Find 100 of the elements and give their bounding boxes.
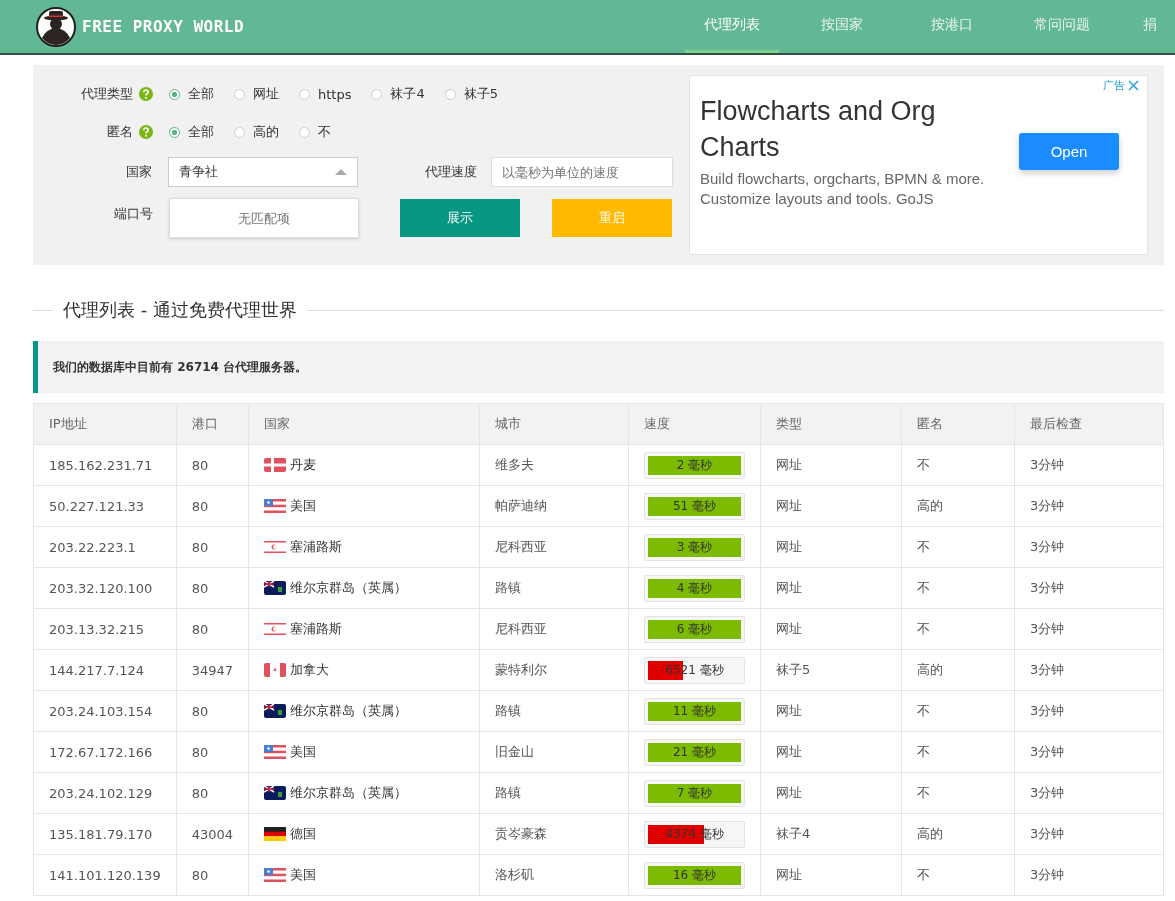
speed-text: 2 毫秒: [675, 456, 714, 474]
column-header[interactable]: 匿名: [901, 403, 1015, 445]
radio-option[interactable]: 高的: [234, 123, 279, 141]
column-header[interactable]: IP地址: [33, 403, 177, 445]
radio-button[interactable]: [299, 88, 310, 100]
speed-text: 11 毫秒: [671, 702, 718, 720]
table-cell: 网址: [760, 731, 902, 773]
country-name: 德国: [290, 825, 316, 843]
table-cell: 高的: [901, 485, 1015, 527]
country-select[interactable]: 青争社: [168, 157, 358, 187]
radio-option[interactable]: https: [299, 85, 352, 103]
radio-option[interactable]: 网址: [234, 85, 279, 103]
field-label: 代理速度: [424, 163, 477, 181]
table-cell: 不: [901, 526, 1015, 568]
radio-option[interactable]: 全部: [169, 123, 214, 141]
flag-icon: [264, 868, 286, 882]
flag-icon: [264, 458, 286, 472]
field-label: 国家: [126, 163, 153, 181]
table-cell: 80: [176, 444, 249, 486]
ad-description: Build flowcharts, orgcharts, BPMN & more. Customize layouts and tools. GoJS: [700, 169, 986, 209]
table-cell: 80: [176, 567, 249, 609]
table-cell: 3分钟: [1014, 608, 1164, 650]
help-icon[interactable]: [139, 87, 153, 101]
table-cell: 3分钟: [1014, 526, 1164, 568]
port-field[interactable]: 无匹配项: [169, 198, 359, 238]
column-header[interactable]: 港口: [176, 403, 249, 445]
radio-option[interactable]: 袜子4: [371, 85, 425, 103]
field-label: 端口号: [114, 205, 153, 223]
radio-option[interactable]: 袜子5: [444, 85, 499, 103]
table-cell: 网址: [760, 485, 902, 527]
field-label: 匿名: [107, 123, 133, 141]
table-cell: 网址: [760, 690, 902, 732]
caret-icon: [334, 169, 347, 175]
table-cell: 高的: [901, 813, 1015, 855]
table-cell: 50.227.121.33: [33, 485, 177, 527]
flag-icon: [264, 786, 286, 800]
table-cell: 不: [901, 567, 1015, 609]
column-header[interactable]: 类型: [760, 403, 902, 445]
table-cell: 3分钟: [1014, 485, 1164, 527]
table-cell: 43004: [176, 813, 249, 855]
section-title: 代理列表 - 通过免费代理世界: [63, 298, 297, 322]
table-cell: 3分钟: [1014, 813, 1164, 855]
radio-button[interactable]: [444, 88, 456, 100]
country-name: 维尔京群岛（英属）: [290, 579, 407, 597]
radio-option[interactable]: 全部: [169, 85, 214, 103]
radio-button[interactable]: [299, 126, 310, 138]
speed-text: 21 毫秒: [671, 743, 718, 761]
table-cell: 洛杉矶: [479, 854, 629, 896]
country-name: 维尔京群岛（英属）: [290, 784, 407, 802]
flag-icon: [264, 540, 286, 554]
flag-icon: [264, 745, 286, 759]
table-cell: 不: [901, 854, 1015, 896]
ad-title: Flowcharts and Org Charts: [700, 95, 937, 164]
speed-text: 7 毫秒: [675, 784, 714, 802]
flag-icon: [264, 581, 286, 595]
radio-button[interactable]: [169, 126, 180, 138]
table-cell: 尼科西亚: [479, 608, 629, 650]
column-header[interactable]: 最后检查: [1014, 403, 1164, 445]
table-cell: 80: [176, 772, 249, 814]
field-label: 代理类型: [81, 85, 133, 103]
table-cell: 135.181.79.170: [33, 813, 177, 855]
country-name: 维尔京群岛（英属）: [290, 702, 407, 720]
table-cell: 3分钟: [1014, 690, 1164, 732]
table-cell: 203.32.120.100: [33, 567, 177, 609]
country-name: 美国: [290, 743, 316, 761]
table-cell: 3分钟: [1014, 567, 1164, 609]
flag-icon: [264, 499, 286, 513]
radio-button[interactable]: [234, 88, 245, 100]
speed-field[interactable]: 以毫秒为单位的速度: [491, 157, 673, 187]
column-header[interactable]: 城市: [479, 403, 629, 445]
speed-text: 51 毫秒: [671, 497, 718, 515]
table-cell: 3分钟: [1014, 854, 1164, 896]
table-cell: 80: [176, 731, 249, 773]
table-cell: 尼科西亚: [479, 526, 629, 568]
show-button[interactable]: 展示: [400, 199, 520, 237]
country-name: 美国: [290, 866, 316, 884]
radio-option[interactable]: 不: [299, 123, 331, 141]
table-cell: 旧金山: [479, 731, 629, 773]
radio-button[interactable]: [371, 88, 383, 100]
open-button[interactable]: Open: [1019, 132, 1119, 170]
radio-button[interactable]: [234, 126, 245, 138]
table-cell: 维多夫: [479, 444, 629, 486]
close-icon[interactable]: [1128, 80, 1139, 91]
table-cell: 网址: [760, 526, 902, 568]
table-cell: 蒙特利尔: [479, 649, 629, 691]
table-cell: 141.101.120.139: [33, 854, 177, 896]
radio-button[interactable]: [169, 88, 180, 100]
help-icon[interactable]: [139, 125, 153, 139]
country-name: 丹麦: [290, 456, 316, 474]
table-cell: 80: [176, 690, 249, 732]
flag-icon: [264, 663, 286, 677]
table-cell: 帕萨迪纳: [479, 485, 629, 527]
table-cell: 袜子5: [760, 649, 902, 691]
table-cell: 203.13.32.215: [33, 608, 177, 650]
column-header[interactable]: 速度: [628, 403, 761, 445]
table-cell: 网址: [760, 444, 902, 486]
table-cell: 203.24.103.154: [33, 690, 177, 732]
table-cell: 袜子4: [760, 813, 902, 855]
column-header[interactable]: 国家: [248, 403, 480, 445]
flag-icon: [264, 622, 286, 636]
